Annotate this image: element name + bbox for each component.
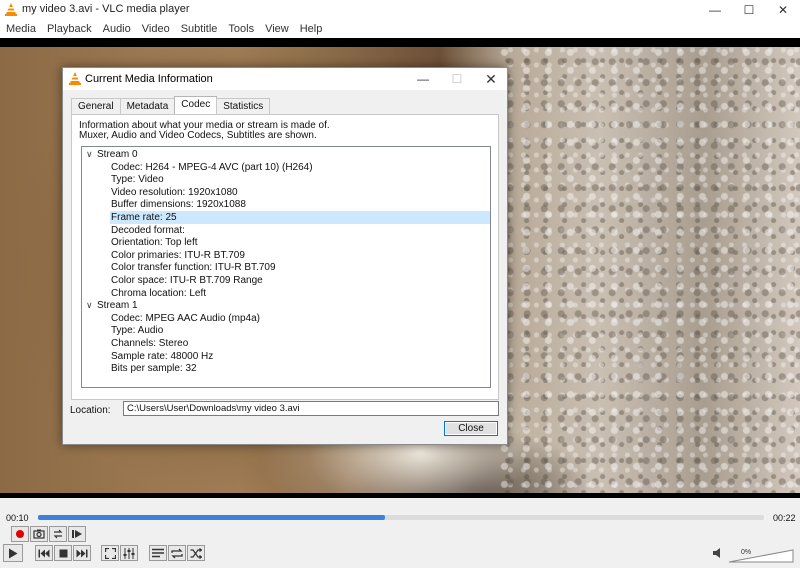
- tab-statistics[interactable]: Statistics: [216, 98, 271, 114]
- tree-item[interactable]: Chroma location: Left: [111, 287, 206, 300]
- snapshot-button[interactable]: [30, 526, 48, 542]
- frame-step-icon: [72, 530, 82, 538]
- time-elapsed: 00:10: [6, 513, 29, 523]
- menu-audio[interactable]: Audio: [99, 23, 135, 35]
- info-line: Muxer, Audio and Video Codecs, Subtitles…: [79, 130, 317, 141]
- stream-label: Stream 0: [97, 149, 138, 160]
- previous-button[interactable]: [35, 545, 53, 561]
- stream-label: Stream 1: [97, 300, 138, 312]
- dialog-maximize-button: ☐: [451, 72, 463, 86]
- menu-bar: Media Playback Audio Video Subtitle Tool…: [0, 20, 800, 38]
- stop-icon: [59, 549, 67, 557]
- menu-media[interactable]: Media: [2, 23, 40, 35]
- tree-item-selected[interactable]: Frame rate: 25: [110, 211, 490, 224]
- tab-metadata[interactable]: Metadata: [119, 98, 176, 114]
- tree-item[interactable]: Orientation: Top left: [111, 236, 198, 249]
- codec-info-text: Information about what your media or str…: [79, 121, 489, 141]
- tree-item[interactable]: Buffer dimensions: 1920x1088: [111, 198, 246, 211]
- menu-playback[interactable]: Playback: [43, 23, 96, 35]
- tree-stream-1[interactable]: ∨ Stream 1: [86, 299, 138, 312]
- tree-item[interactable]: Type: Audio: [111, 324, 163, 337]
- tab-bar: General Metadata Codec Statistics: [71, 96, 271, 114]
- next-icon: [76, 549, 88, 557]
- playlist-button[interactable]: [149, 545, 167, 561]
- dialog-title-bar: Current Media Information — ☐ ✕: [63, 68, 507, 90]
- tree-item[interactable]: Codec: H264 - MPEG-4 AVC (part 10) (H264…: [111, 161, 313, 174]
- chevron-down-icon[interactable]: ∨: [86, 299, 97, 312]
- record-button[interactable]: [11, 526, 29, 542]
- tree-item[interactable]: Bits per sample: 32: [111, 362, 197, 375]
- frame-by-frame-button[interactable]: [68, 526, 86, 542]
- next-button[interactable]: [73, 545, 91, 561]
- tab-codec[interactable]: Codec: [174, 96, 218, 114]
- maximize-button[interactable]: ☐: [732, 0, 766, 20]
- menu-subtitle[interactable]: Subtitle: [177, 23, 222, 35]
- record-icon: [16, 530, 24, 538]
- stop-button[interactable]: [54, 545, 72, 561]
- repeat-icon: [171, 548, 183, 558]
- minimize-button[interactable]: —: [698, 0, 732, 20]
- play-icon: [9, 548, 18, 558]
- player-controls: 00:10 00:22 0%: [0, 498, 800, 568]
- dialog-minimize-button[interactable]: —: [406, 68, 440, 90]
- video-texture: [500, 47, 800, 498]
- title-bar: my video 3.avi - VLC media player — ☐ ✕: [0, 0, 800, 20]
- codec-panel: Information about what your media or str…: [71, 114, 499, 400]
- speaker-icon[interactable]: [712, 547, 724, 559]
- seek-progress: [38, 515, 386, 520]
- tree-item[interactable]: Video resolution: 1920x1080: [111, 186, 238, 199]
- tree-item[interactable]: Color primaries: ITU-R BT.709: [111, 249, 245, 262]
- close-window-button[interactable]: ✕: [766, 0, 800, 20]
- tree-item[interactable]: Type: Video: [111, 173, 164, 186]
- menu-view[interactable]: View: [261, 23, 293, 35]
- vlc-cone-icon: [69, 72, 81, 85]
- menu-tools[interactable]: Tools: [224, 23, 258, 35]
- dialog-close-button[interactable]: ✕: [474, 68, 508, 90]
- camera-icon: [33, 529, 45, 539]
- tree-item[interactable]: Sample rate: 48000 Hz: [111, 350, 213, 363]
- media-information-dialog: Current Media Information — ☐ ✕ General …: [62, 67, 508, 445]
- previous-icon: [38, 549, 50, 557]
- tree-stream-0[interactable]: ∨ Stream 0: [86, 148, 138, 161]
- chevron-down-icon[interactable]: ∨: [86, 148, 97, 161]
- location-label: Location:: [70, 405, 111, 416]
- video-letterbox-top: [0, 38, 800, 47]
- fullscreen-icon: [104, 547, 116, 559]
- loop-ab-icon: [53, 529, 63, 539]
- tree-item[interactable]: Color space: ITU-R BT.709 Range: [111, 274, 263, 287]
- shuffle-icon: [190, 547, 202, 559]
- play-button[interactable]: [3, 544, 23, 562]
- tree-item[interactable]: Color transfer function: ITU-R BT.709: [111, 261, 276, 274]
- tree-item[interactable]: Decoded format:: [111, 224, 185, 237]
- fullscreen-button[interactable]: [101, 545, 119, 561]
- tab-general[interactable]: General: [71, 98, 121, 114]
- shuffle-button[interactable]: [187, 545, 205, 561]
- tree-item[interactable]: Codec: MPEG AAC Audio (mp4a): [111, 312, 260, 325]
- playlist-icon: [152, 548, 164, 558]
- codec-tree[interactable]: ∨ Stream 0 Codec: H264 - MPEG-4 AVC (part…: [81, 146, 491, 388]
- location-field[interactable]: C:\Users\User\Downloads\my video 3.avi: [123, 401, 499, 416]
- loop-button[interactable]: [168, 545, 186, 561]
- menu-help[interactable]: Help: [296, 23, 327, 35]
- seek-bar[interactable]: [38, 515, 764, 520]
- volume-level: 0%: [741, 549, 752, 556]
- close-button[interactable]: Close: [444, 421, 498, 436]
- tree-item[interactable]: Channels: Stereo: [111, 337, 188, 350]
- window-title: my video 3.avi - VLC media player: [22, 3, 190, 15]
- dialog-title: Current Media Information: [85, 73, 213, 85]
- equalizer-icon: [123, 547, 135, 559]
- time-total: 00:22: [773, 513, 796, 523]
- vlc-cone-icon: [5, 3, 17, 16]
- menu-video[interactable]: Video: [138, 23, 174, 35]
- loop-ab-button[interactable]: [49, 526, 67, 542]
- extended-settings-button[interactable]: [120, 545, 138, 561]
- volume-slider[interactable]: [728, 549, 794, 563]
